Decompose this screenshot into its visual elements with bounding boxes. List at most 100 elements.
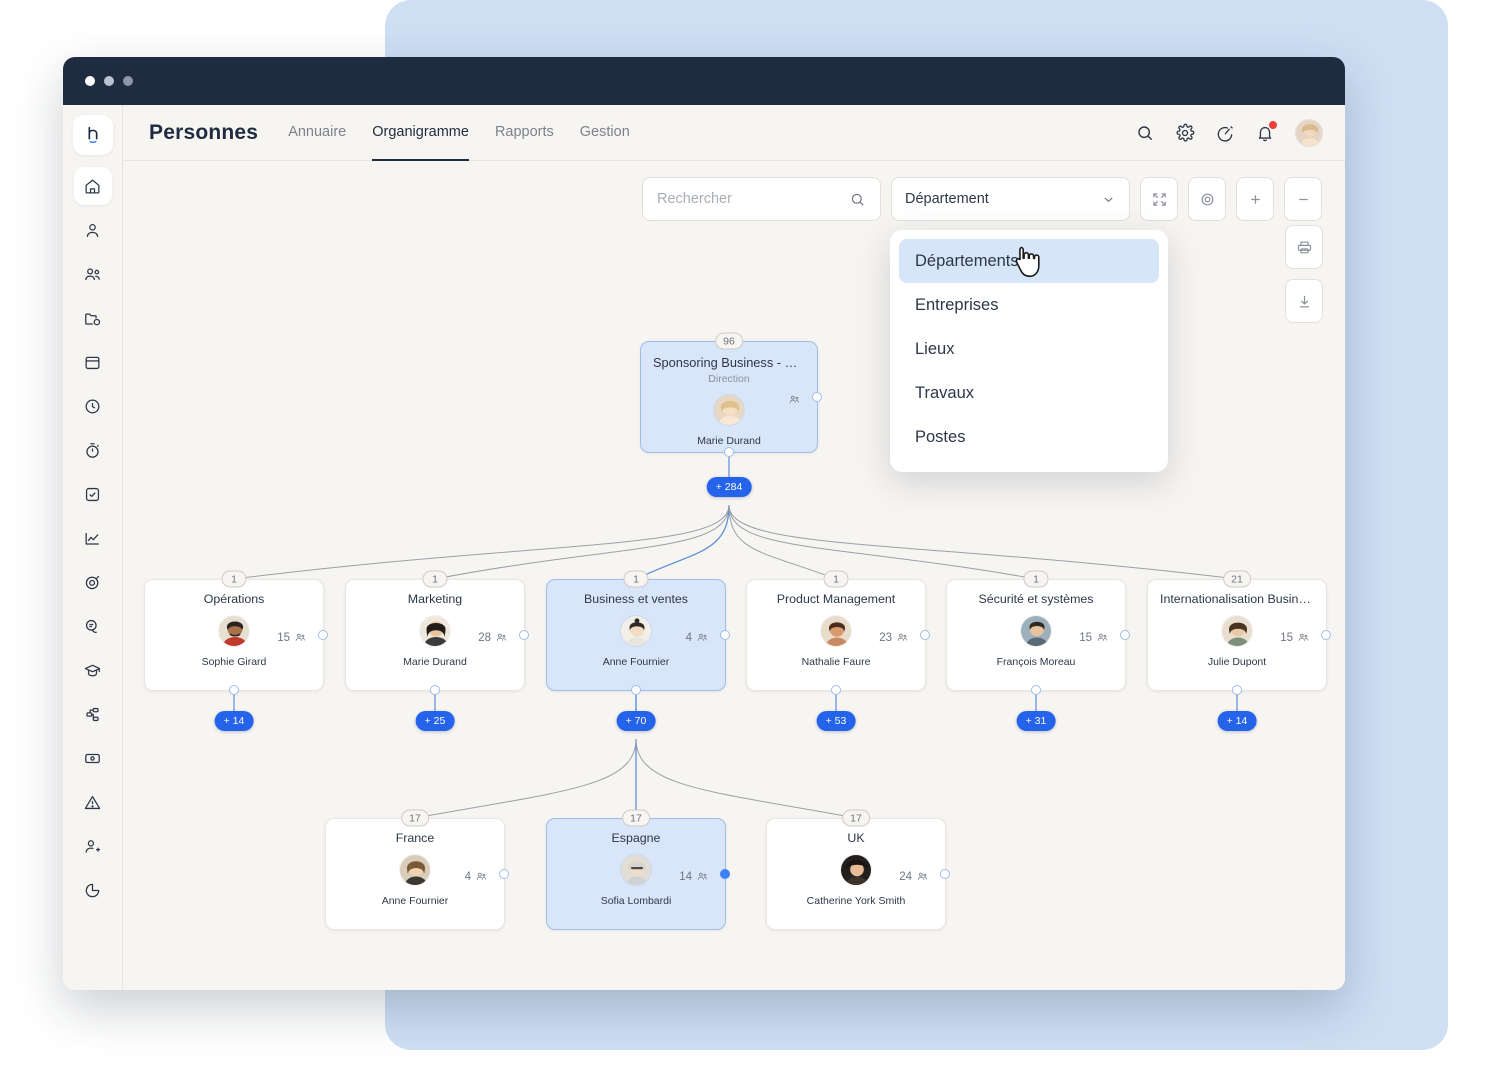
sidebar-item-timer[interactable] [74, 431, 112, 469]
org-node-root[interactable]: Sponsoring Business - Operati... Directi… [640, 341, 822, 457]
org-node-france[interactable]: France Anne Fournier 4 [325, 818, 509, 930]
app-logo[interactable] [72, 115, 113, 155]
expand-badge-securite-systemes[interactable]: + 31 [1016, 711, 1056, 731]
org-node-uk[interactable]: UK Catherine York Smith 24 [766, 818, 950, 930]
app-window: Personnes Annuaire Organigramme Rapports… [63, 57, 1345, 990]
org-node-espagne[interactable]: Espagne Sofia Lombardi 14 [546, 818, 730, 930]
window-minimize-dot[interactable] [104, 76, 114, 86]
node-title: Opérations [203, 592, 265, 606]
member-count-value: 28 [478, 631, 491, 644]
sidebar-item-learning[interactable] [74, 651, 112, 689]
expand-badge-internationalisation[interactable]: + 14 [1217, 711, 1257, 731]
grouping-select[interactable]: Département [891, 177, 1130, 221]
node-bottom-port[interactable] [831, 685, 841, 695]
search-field-wrapper[interactable] [642, 177, 881, 221]
node-expand-port[interactable] [720, 630, 730, 640]
sidebar-item-analytics[interactable] [74, 519, 112, 557]
member-count-value: 24 [899, 870, 912, 883]
window-titlebar [63, 57, 1345, 105]
org-node-marketing[interactable]: Marketing Marie Durand 28 [345, 579, 529, 695]
node-badge-marketing: 1 [422, 570, 448, 588]
org-chart-canvas[interactable]: Département [123, 161, 1345, 990]
node-expand-port[interactable] [499, 869, 509, 879]
node-expand-port[interactable] [1321, 630, 1331, 640]
node-avatar [620, 615, 652, 647]
sidebar-item-teams[interactable] [74, 255, 112, 293]
zoom-in-button[interactable] [1236, 177, 1274, 221]
bell-icon[interactable] [1255, 120, 1277, 143]
print-button[interactable] [1285, 225, 1323, 269]
fullscreen-button[interactable] [1140, 177, 1178, 221]
sidebar-item-projects[interactable] [74, 299, 112, 337]
node-bottom-port[interactable] [1232, 685, 1242, 695]
tab-annuaire[interactable]: Annuaire [288, 105, 346, 161]
sidebar-item-objectives[interactable] [74, 563, 112, 601]
sidebar-item-home[interactable] [73, 167, 112, 205]
node-member-count: 14 [679, 870, 709, 883]
dropdown-option-travaux[interactable]: Travaux [899, 371, 1159, 415]
minus-icon [1298, 198, 1308, 200]
node-bottom-port[interactable] [631, 685, 641, 695]
node-avatar [399, 854, 431, 886]
expand-badge-marketing[interactable]: + 25 [415, 711, 455, 731]
sidebar-item-profile[interactable] [74, 211, 112, 249]
tab-rapports[interactable]: Rapports [495, 105, 554, 161]
node-expand-port[interactable] [920, 630, 930, 640]
dropdown-option-departements[interactable]: Départements [899, 239, 1159, 283]
node-avatar [713, 394, 745, 426]
node-expand-port[interactable] [940, 869, 950, 879]
node-bottom-port[interactable] [229, 685, 239, 695]
search-icon[interactable] [1135, 123, 1155, 143]
dropdown-option-lieux[interactable]: Lieux [899, 327, 1159, 371]
gear-icon[interactable] [1175, 123, 1195, 143]
sidebar-item-add-user[interactable] [74, 827, 112, 865]
recenter-button[interactable] [1188, 177, 1226, 221]
org-node-securite-systemes[interactable]: Sécurité et systèmes François Moreau 15 [946, 579, 1130, 695]
org-node-product-management[interactable]: Product Management Nathalie Faure 23 [746, 579, 930, 695]
node-member-count: 23 [879, 631, 909, 644]
node-member-count: 28 [478, 631, 508, 644]
org-node-operations[interactable]: Opérations Sophie Girard 15 [144, 579, 328, 695]
node-bottom-port[interactable] [1031, 685, 1041, 695]
download-button[interactable] [1285, 279, 1323, 323]
node-expand-port[interactable] [318, 630, 328, 640]
zoom-out-button[interactable] [1284, 177, 1322, 221]
node-title: Espagne [611, 831, 661, 845]
node-expand-port[interactable] [720, 869, 730, 879]
sidebar-item-payroll[interactable] [74, 739, 112, 777]
node-expand-port[interactable] [1120, 630, 1130, 640]
dropdown-option-postes[interactable]: Postes [899, 415, 1159, 459]
sidebar-item-alerts[interactable] [74, 783, 112, 821]
dropdown-option-entreprises[interactable]: Entreprises [899, 283, 1159, 327]
node-expand-port[interactable] [519, 630, 529, 640]
tab-gestion[interactable]: Gestion [580, 105, 630, 161]
expand-badge-root[interactable]: + 284 [706, 477, 752, 497]
expand-badge-operations[interactable]: + 14 [214, 711, 254, 731]
expand-badge-product-management[interactable]: + 53 [816, 711, 856, 731]
sidebar [63, 105, 123, 990]
speedometer-icon[interactable] [1215, 123, 1235, 143]
node-bottom-port[interactable] [430, 685, 440, 695]
sidebar-item-time[interactable] [74, 387, 112, 425]
search-input[interactable] [657, 191, 849, 207]
node-person: Marie Durand [403, 656, 467, 668]
node-bottom-port[interactable] [724, 447, 734, 457]
node-avatar [840, 854, 872, 886]
window-close-dot[interactable] [85, 76, 95, 86]
sidebar-item-discussions[interactable] [74, 607, 112, 645]
member-count-value: 15 [1079, 631, 1092, 644]
node-expand-port[interactable] [812, 392, 822, 402]
sidebar-item-tasks[interactable] [74, 475, 112, 513]
sidebar-item-reports[interactable] [74, 871, 112, 909]
node-person: Sofia Lombardi [600, 895, 672, 907]
expand-badge-business-ventes[interactable]: + 70 [616, 711, 656, 731]
avatar[interactable] [1295, 118, 1323, 147]
node-avatar [620, 854, 652, 886]
sidebar-item-calendar[interactable] [74, 343, 112, 381]
tab-organigramme[interactable]: Organigramme [372, 105, 469, 161]
org-node-internationalisation[interactable]: Internationalisation Business St... Juli… [1147, 579, 1331, 695]
expand-badge-label: + 53 [825, 715, 847, 727]
sidebar-item-workflow[interactable] [74, 695, 112, 733]
window-maximize-dot[interactable] [123, 76, 133, 86]
org-node-business-ventes[interactable]: Business et ventes Anne Fournier 4 [546, 579, 730, 695]
